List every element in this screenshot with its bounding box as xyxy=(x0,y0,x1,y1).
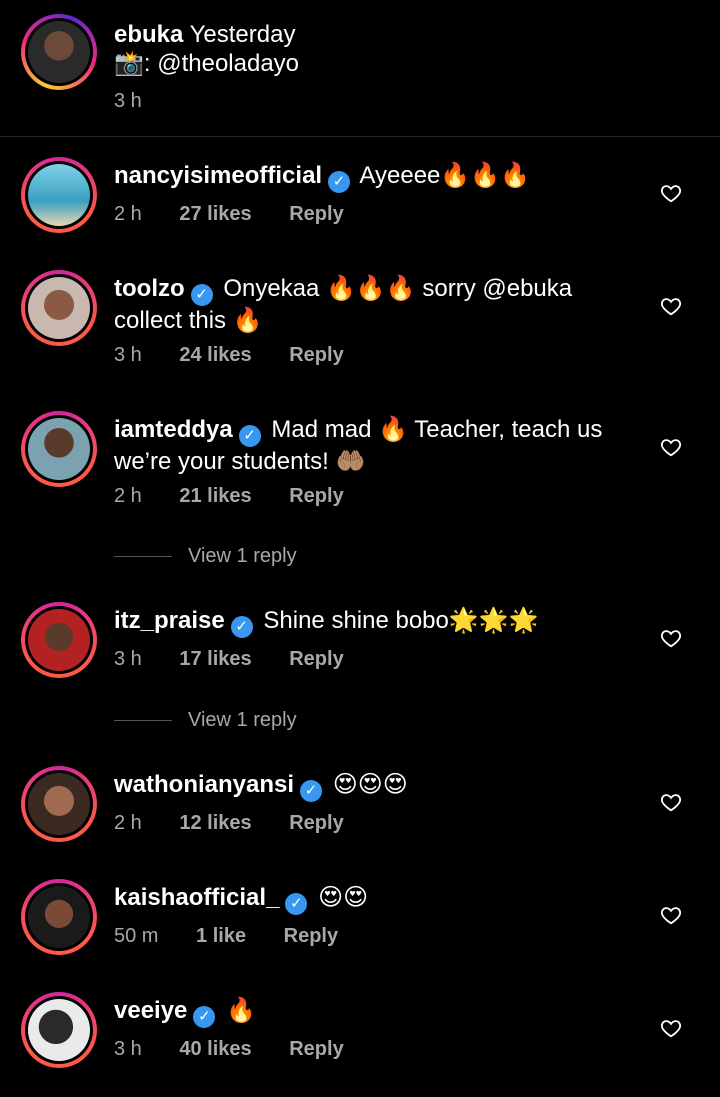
heart-outline-icon[interactable] xyxy=(660,436,682,458)
verified-badge-icon: ✓ xyxy=(238,425,261,447)
reply-button[interactable]: Reply xyxy=(289,1038,343,1060)
comment-meta: 2 h 12 likes Reply xyxy=(114,812,376,835)
comment-time: 50 m xyxy=(114,925,159,947)
comment-meta: 3 h 17 likes Reply xyxy=(114,648,376,671)
camera-emoji: 📸 xyxy=(114,50,144,77)
verified-badge-icon: ✓ xyxy=(300,780,323,802)
comment-meta: 2 h 27 likes Reply xyxy=(114,203,376,226)
reply-button[interactable]: Reply xyxy=(289,648,343,670)
caption-time: 3 h xyxy=(114,90,142,112)
comment-likes[interactable]: 17 likes xyxy=(179,648,251,670)
verified-badge-icon: ✓ xyxy=(230,616,253,638)
verified-badge-icon: ✓ xyxy=(328,171,351,193)
comment-avatar[interactable] xyxy=(21,157,97,233)
comment-time: 2 h xyxy=(114,812,142,834)
heart-outline-icon[interactable] xyxy=(660,295,682,317)
comment-avatar[interactable] xyxy=(21,766,97,842)
comment-body: 🔥 xyxy=(226,997,256,1024)
comment-username[interactable]: veeiye xyxy=(114,997,187,1024)
comment-likes[interactable]: 21 likes xyxy=(179,485,251,507)
comment-time: 3 h xyxy=(114,1038,142,1060)
comment-body: 😍😍😍 xyxy=(332,771,408,798)
comment-likes[interactable]: 27 likes xyxy=(179,203,251,225)
verified-badge-icon: ✓ xyxy=(193,1006,216,1028)
comment-body: Shine shine bobo🌟🌟🌟 xyxy=(263,607,539,634)
caption-username[interactable]: ebuka xyxy=(114,21,183,48)
caption-meta: 3 h xyxy=(114,90,174,113)
comment-username[interactable]: nancyisimeofficial xyxy=(114,162,322,189)
view-replies-line xyxy=(114,720,172,722)
heart-outline-icon[interactable] xyxy=(660,1017,682,1039)
view-replies-label[interactable]: View 1 reply xyxy=(188,709,297,731)
comment-avatar[interactable] xyxy=(21,879,97,955)
comment-text: nancyisimeofficial ✓ Ayeeee🔥🔥🔥 xyxy=(114,161,634,193)
caption-mention[interactable]: : @theoladayo xyxy=(144,50,299,77)
heart-outline-icon[interactable] xyxy=(660,791,682,813)
comment-username[interactable]: iamteddya xyxy=(114,416,233,443)
comment-text: kaishaofficial_ ✓ 😍😍 xyxy=(114,883,634,915)
caption-text: ebuka Yesterday 📸: @theoladayo xyxy=(114,20,634,78)
comment-likes[interactable]: 12 likes xyxy=(179,812,251,834)
comment-avatar[interactable] xyxy=(21,270,97,346)
comment-meta: 2 h 21 likes Reply xyxy=(114,485,376,508)
post-caption: ebuka Yesterday 📸: @theoladayo 3 h xyxy=(0,0,720,137)
comment-avatar[interactable] xyxy=(21,992,97,1068)
verified-badge-icon: ✓ xyxy=(190,284,213,306)
comment-time: 2 h xyxy=(114,203,142,225)
reply-button[interactable]: Reply xyxy=(289,812,343,834)
comment-meta: 3 h 24 likes Reply xyxy=(114,344,376,367)
comment-likes[interactable]: 1 like xyxy=(196,925,246,947)
comment-username[interactable]: wathonianyansi xyxy=(114,771,294,798)
comment-likes[interactable]: 40 likes xyxy=(179,1038,251,1060)
comment-text: itz_praise ✓ Shine shine bobo🌟🌟🌟 xyxy=(114,606,634,638)
reply-button[interactable]: Reply xyxy=(289,344,343,366)
comment-text: veeiye ✓ 🔥 xyxy=(114,996,634,1028)
caption-avatar[interactable] xyxy=(21,14,97,90)
heart-outline-icon[interactable] xyxy=(660,182,682,204)
view-replies-button[interactable]: View 1 reply xyxy=(114,709,297,732)
comment-text: iamteddya ✓ Mad mad 🔥 Teacher, teach us w… xyxy=(114,415,634,476)
comment-time: 3 h xyxy=(114,648,142,670)
comment-avatar[interactable] xyxy=(21,411,97,487)
view-replies-button[interactable]: View 1 reply xyxy=(114,545,297,568)
reply-button[interactable]: Reply xyxy=(289,203,343,225)
comment-time: 2 h xyxy=(114,485,142,507)
reply-button[interactable]: Reply xyxy=(284,925,338,947)
heart-outline-icon[interactable] xyxy=(660,627,682,649)
view-replies-line xyxy=(114,556,172,558)
comment-username[interactable]: kaishaofficial_ xyxy=(114,884,279,911)
comment-avatar[interactable] xyxy=(21,602,97,678)
reply-button[interactable]: Reply xyxy=(289,485,343,507)
comment-time: 3 h xyxy=(114,344,142,366)
view-replies-label[interactable]: View 1 reply xyxy=(188,545,297,567)
comment-body: 😍😍 xyxy=(318,884,369,911)
heart-outline-icon[interactable] xyxy=(660,904,682,926)
comment-meta: 50 m 1 like Reply xyxy=(114,925,370,948)
comment-text: wathonianyansi ✓ 😍😍😍 xyxy=(114,770,634,802)
comment-username[interactable]: itz_praise xyxy=(114,607,225,634)
comment-username[interactable]: toolzo xyxy=(114,275,185,302)
caption-line1: Yesterday xyxy=(189,21,296,48)
comment-meta: 3 h 40 likes Reply xyxy=(114,1038,376,1061)
verified-badge-icon: ✓ xyxy=(285,893,308,915)
comment-likes[interactable]: 24 likes xyxy=(179,344,251,366)
comment-text: toolzo ✓ Onyekaa 🔥🔥🔥 sorry @ebuka collect… xyxy=(114,274,634,335)
comment-body: Ayeeee🔥🔥🔥 xyxy=(359,162,531,189)
